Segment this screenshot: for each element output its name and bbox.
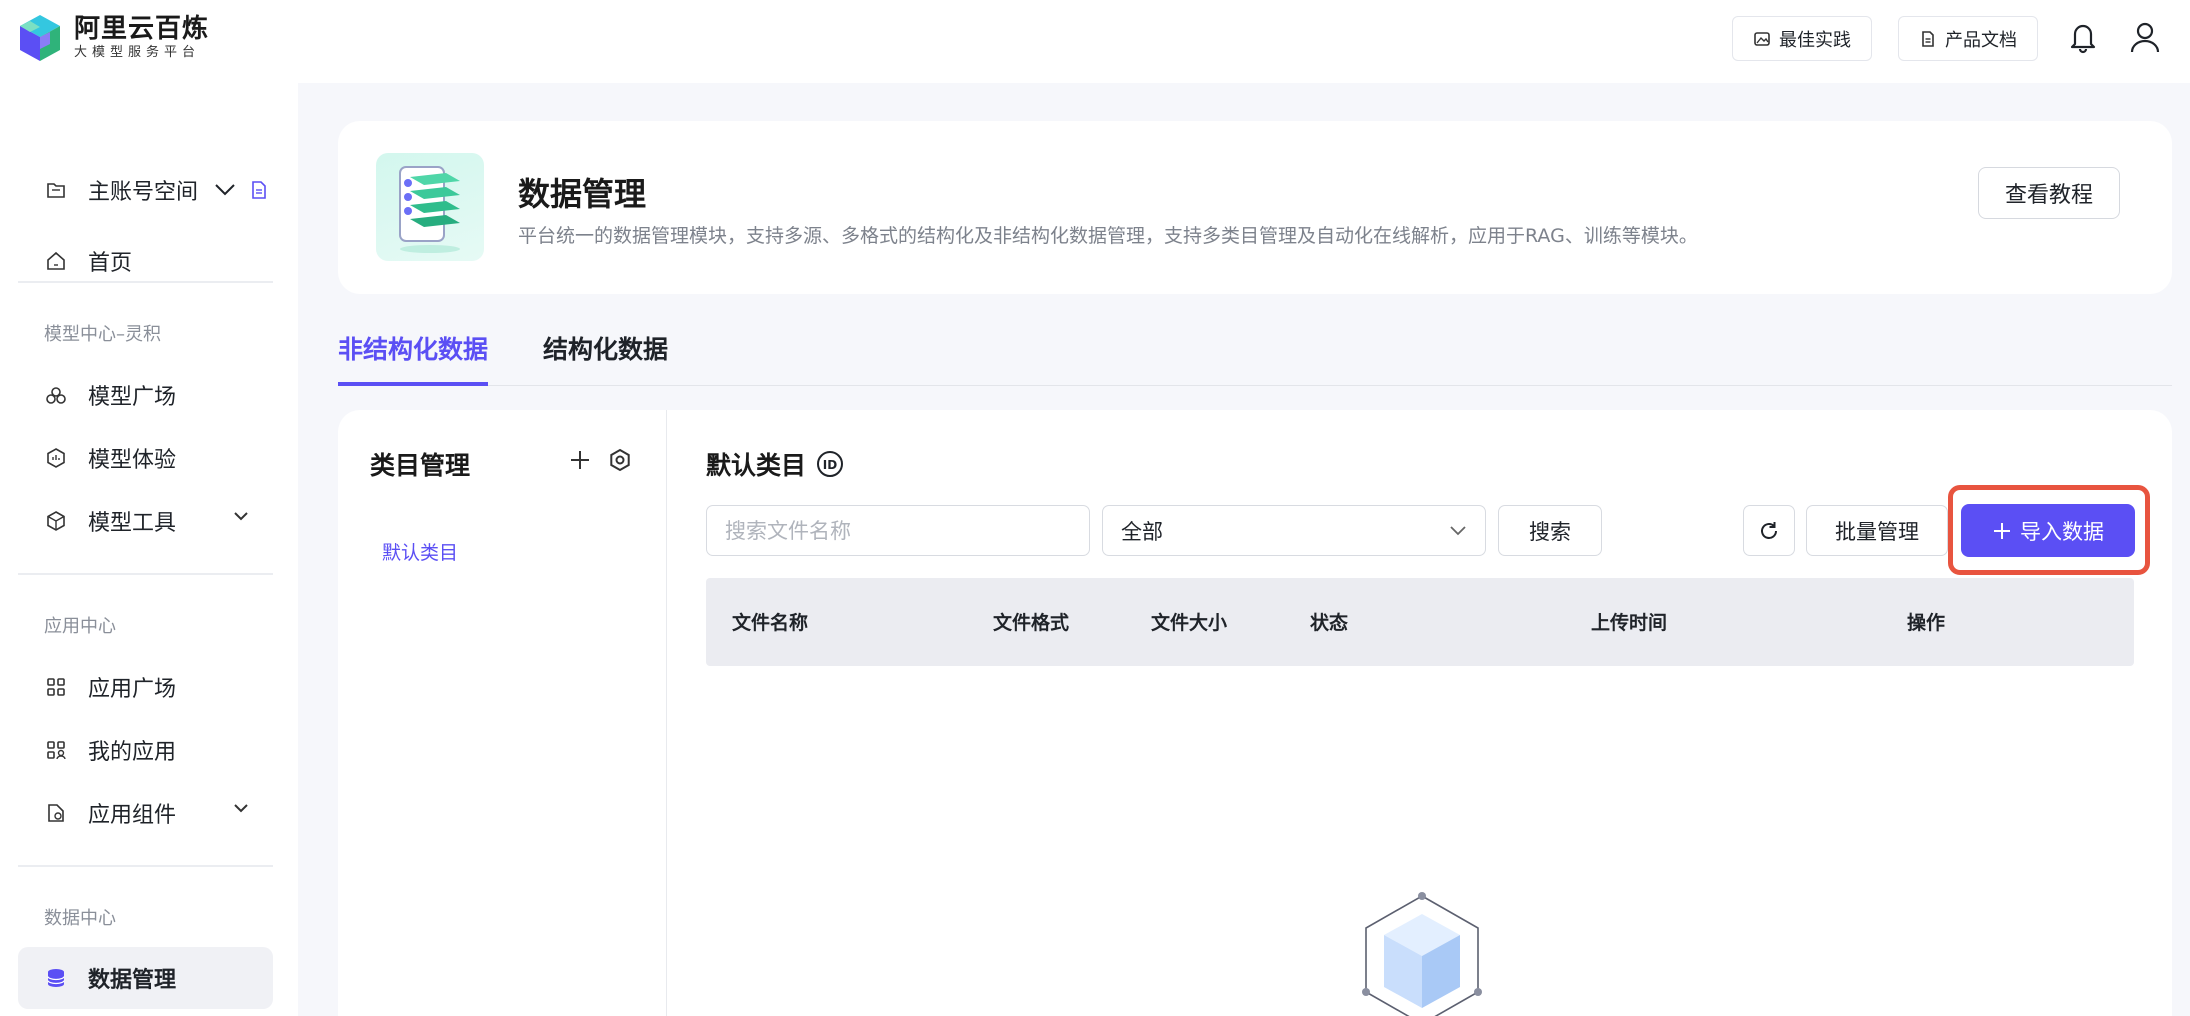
- database-icon: [44, 966, 68, 990]
- search-button[interactable]: 搜索: [1498, 505, 1602, 556]
- sidebar-item-app-square[interactable]: 应用广场: [18, 656, 273, 718]
- category-column: 类目管理 默认类目: [338, 410, 667, 1016]
- batch-manage-button[interactable]: 批量管理: [1806, 505, 1948, 556]
- my-apps-icon: [44, 738, 68, 762]
- column-header: 上传时间: [1591, 612, 1668, 634]
- search-input[interactable]: [706, 505, 1090, 556]
- tab-unstructured-data[interactable]: 非结构化数据: [338, 330, 489, 386]
- workspace-label: 主账号空间: [88, 180, 199, 205]
- model-square-icon: [44, 383, 68, 407]
- bell-icon: [2070, 24, 2096, 54]
- brand-subtitle: 大模型服务平台: [74, 45, 201, 60]
- svg-text:ID: ID: [823, 458, 837, 472]
- column-header: 操作: [1907, 612, 1946, 634]
- chevron-down-icon: [234, 804, 248, 813]
- sidebar: 主账号空间 首页 模型中心–灵积 模型广场 模型体验 模型工具 应用中心 应用广…: [0, 83, 298, 1016]
- id-icon[interactable]: ID: [816, 450, 844, 478]
- page-title: 数据管理: [518, 175, 647, 213]
- sidebar-item-app-components[interactable]: 应用组件: [18, 782, 273, 844]
- category-item-default[interactable]: 默认类目: [382, 538, 458, 565]
- doc-switch-icon[interactable]: [250, 180, 268, 200]
- best-practice-label: 最佳实践: [1779, 29, 1851, 51]
- section-model-center: 模型中心–灵积: [44, 324, 161, 345]
- table-header: 文件名称 文件格式 文件大小 状态 上传时间 操作: [706, 578, 2134, 666]
- home-icon: [44, 249, 68, 273]
- sidebar-item-my-apps[interactable]: 我的应用: [18, 719, 273, 781]
- data-management-icon: [376, 153, 484, 261]
- sidebar-item-label: 模型广场: [88, 385, 177, 410]
- page-description: 平台统一的数据管理模块，支持多源、多格式的结构化及非结构化数据管理，支持多类目管…: [518, 225, 1698, 247]
- sidebar-item-model-tools[interactable]: 模型工具: [18, 490, 273, 552]
- sidebar-item-label: 首页: [88, 251, 133, 276]
- divider: [18, 573, 273, 575]
- model-experience-icon: [44, 446, 68, 470]
- brand-logo[interactable]: 阿里云百炼 大模型服务平台: [16, 13, 209, 63]
- logo-icon: [20, 15, 60, 61]
- sidebar-item-model-experience[interactable]: 模型体验: [18, 427, 273, 489]
- folder-icon: [44, 178, 68, 202]
- data-type-tabs: 非结构化数据 结构化数据: [338, 318, 2172, 386]
- view-tutorial-button[interactable]: 查看教程: [1978, 167, 2120, 219]
- list-title: 默认类目 ID: [706, 446, 844, 482]
- sidebar-item-label: 数据管理: [88, 968, 177, 993]
- tab-structured-data[interactable]: 结构化数据: [543, 330, 668, 386]
- add-icon[interactable]: [568, 448, 592, 472]
- sidebar-item-model-square[interactable]: 模型广场: [18, 364, 273, 426]
- refresh-icon: [1761, 521, 1777, 539]
- column-header: 状态: [1310, 612, 1349, 634]
- column-header: 文件格式: [993, 612, 1070, 634]
- sidebar-item-label: 模型工具: [88, 511, 177, 536]
- sidebar-item-data-management[interactable]: 数据管理: [18, 947, 273, 1009]
- sidebar-item-label: 模型体验: [88, 448, 177, 473]
- divider: [18, 281, 273, 283]
- empty-state-icon: [1362, 892, 1482, 1016]
- settings-icon[interactable]: [608, 448, 632, 472]
- best-practice-button[interactable]: 最佳实践: [1732, 16, 1872, 61]
- data-panel: 类目管理 默认类目 默认类目 ID 全部 搜索 批量管理 导入数据 文件名称 文…: [338, 410, 2172, 1016]
- picture-icon: [1754, 31, 1770, 46]
- grid-icon: [44, 675, 68, 699]
- sidebar-item-label: 我的应用: [88, 740, 177, 765]
- user-menu-button[interactable]: [2126, 18, 2164, 56]
- cube-icon: [44, 509, 68, 533]
- sidebar-item-home[interactable]: 首页: [18, 230, 273, 292]
- chevron-down-icon: [215, 184, 235, 196]
- document-icon: [1922, 30, 1934, 47]
- highlight-box: [1948, 485, 2150, 575]
- column-header: 文件大小: [1151, 612, 1228, 634]
- status-filter-select[interactable]: 全部: [1102, 505, 1486, 556]
- product-docs-button[interactable]: 产品文档: [1898, 16, 2038, 61]
- chevron-down-icon: [1450, 526, 1466, 536]
- filter-value: 全部: [1121, 519, 1163, 544]
- section-data-center: 数据中心: [44, 908, 116, 929]
- brand-title: 阿里云百炼: [74, 14, 210, 44]
- chevron-down-icon: [234, 512, 248, 521]
- current-category-name: 默认类目: [706, 451, 807, 480]
- divider: [18, 865, 273, 867]
- column-header: 文件名称: [732, 612, 809, 634]
- section-app-center: 应用中心: [44, 616, 116, 637]
- category-title: 类目管理: [370, 451, 471, 480]
- workspace-selector[interactable]: 主账号空间: [18, 159, 273, 221]
- user-icon: [2130, 22, 2160, 53]
- product-docs-label: 产品文档: [1945, 29, 2017, 51]
- refresh-button[interactable]: [1743, 505, 1795, 556]
- page-header-card: 数据管理 平台统一的数据管理模块，支持多源、多格式的结构化及非结构化数据管理，支…: [338, 121, 2172, 294]
- notifications-button[interactable]: [2064, 18, 2102, 56]
- sidebar-item-label: 应用组件: [88, 803, 177, 828]
- component-icon: [44, 801, 68, 825]
- sidebar-item-label: 应用广场: [88, 677, 177, 702]
- top-bar: 阿里云百炼 大模型服务平台 最佳实践 产品文档: [0, 0, 2190, 83]
